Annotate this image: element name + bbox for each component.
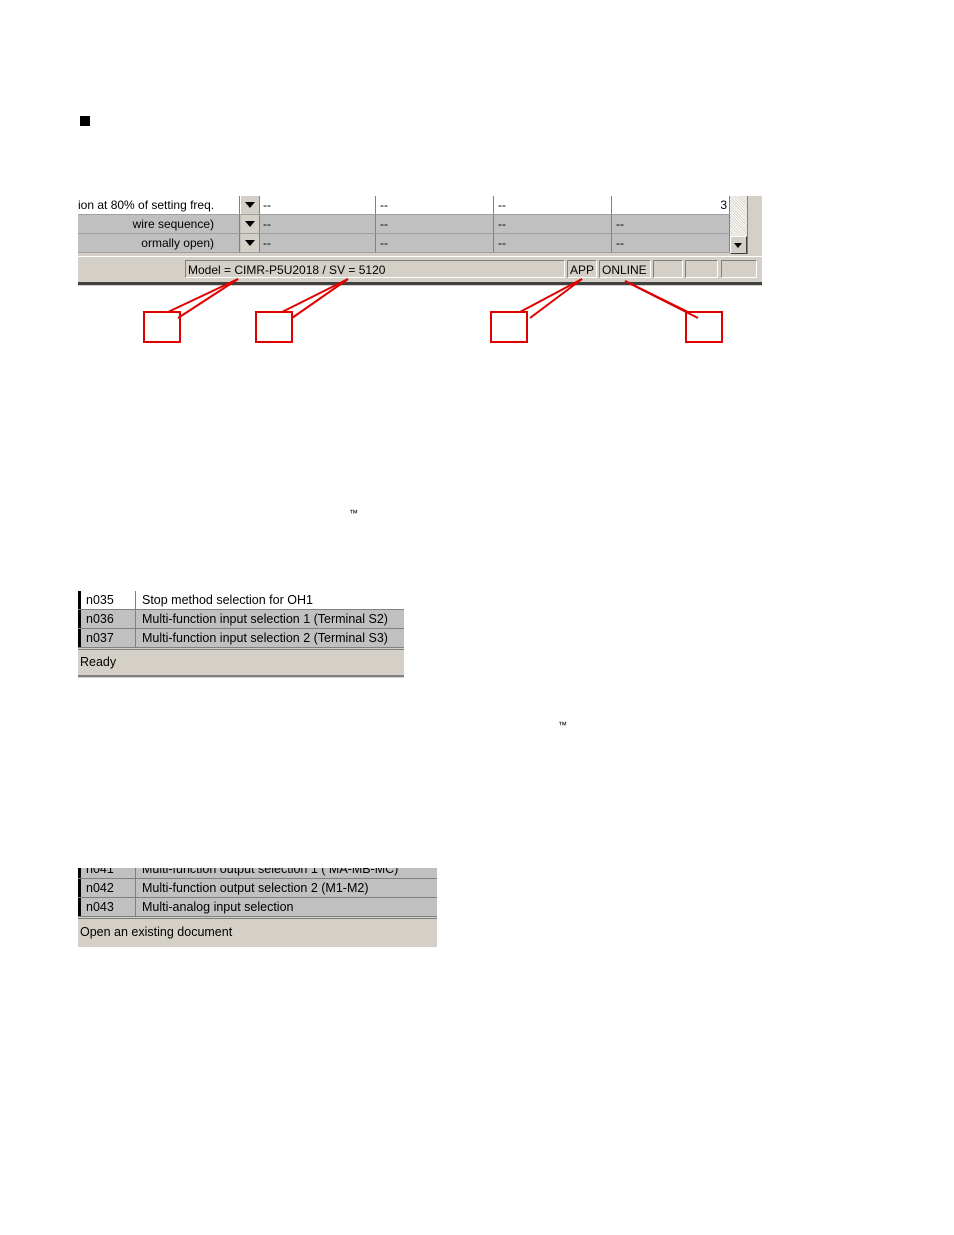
parameter-code: n041 [78,868,136,878]
callout-line [519,278,583,313]
parameter-description: Multi-function input selection 1 (Termin… [142,612,388,626]
callout-line [281,278,349,313]
trademark-symbol: ™ [349,508,358,518]
parameter-description: Multi-analog input selection [142,900,294,914]
callout-line [177,278,239,319]
trademark-symbol: ™ [558,720,567,730]
list-item[interactable]: n042 Multi-function output selection 2 (… [78,879,437,898]
divider [78,675,404,677]
callout-line [291,278,349,319]
parameter-description: Stop method selection for OH1 [142,593,313,607]
list-item[interactable]: n041 Multi-function output selection 1 (… [78,868,437,879]
parameter-code: n042 [78,879,136,897]
callout-line [529,278,583,319]
divider [78,918,437,919]
parameter-description: Multi-function input selection 2 (Termin… [142,631,388,645]
parameter-list-screenshot: n035 Stop method selection for OH1 n036 … [78,591,404,678]
status-text: Ready [80,655,117,669]
divider [78,649,404,650]
callout-box-4 [685,311,723,343]
parameter-code: n043 [78,898,136,916]
callout-box-3 [490,311,528,343]
callout-box-1 [143,311,181,343]
parameter-code: n037 [78,629,136,647]
parameter-list-screenshot: n041 Multi-function output selection 1 (… [78,868,437,947]
callout-box-2 [255,311,293,343]
status-text: Open an existing document [80,925,233,939]
list-item[interactable]: n035 Stop method selection for OH1 [78,591,404,610]
parameter-code: n035 [78,591,136,609]
parameter-description: Multi-function output selection 1 ( MA-M… [142,868,399,876]
list-item[interactable]: n043 Multi-analog input selection [78,898,437,917]
callout-line [167,278,239,313]
parameter-code: n036 [78,610,136,628]
list-item[interactable]: n036 Multi-function input selection 1 (T… [78,610,404,629]
list-item[interactable]: n037 Multi-function input selection 2 (T… [78,629,404,648]
parameter-description: Multi-function output selection 2 (M1-M2… [142,881,369,895]
